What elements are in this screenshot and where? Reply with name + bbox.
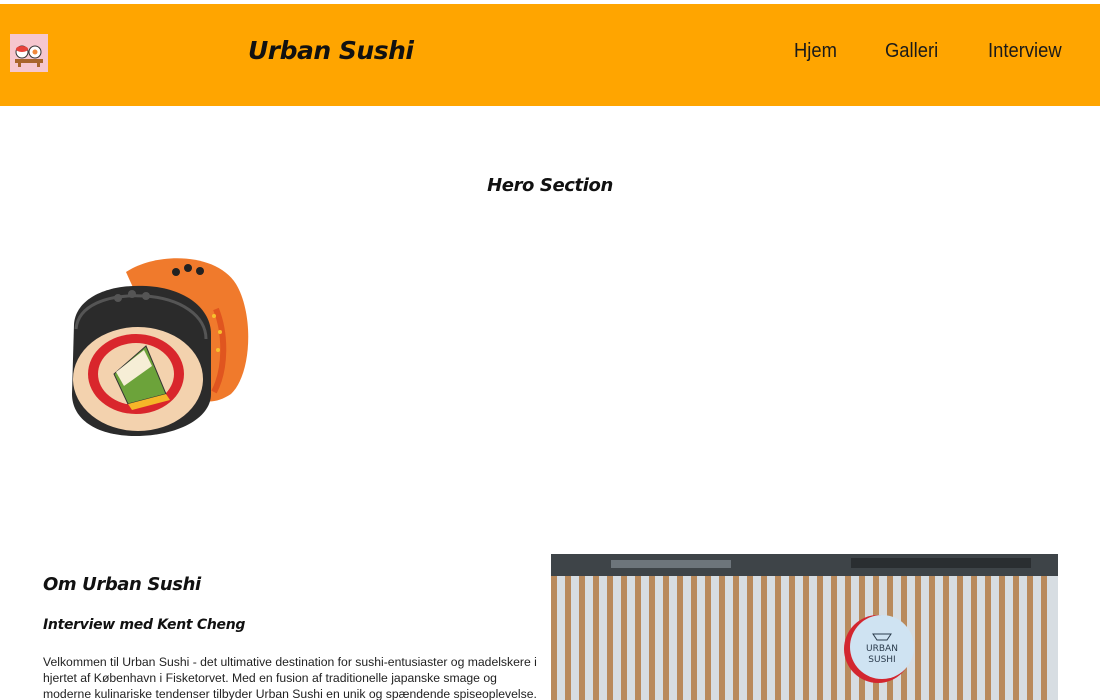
sushi-logo-icon[interactable] [10, 34, 48, 72]
site-title[interactable]: Urban Sushi [248, 36, 414, 65]
about-heading: Om Urban Sushi [43, 574, 201, 595]
nav-link-hjem[interactable]: Hjem [794, 40, 837, 63]
sushi-roll-illustration [72, 258, 249, 436]
photo-sign-line2: SUSHI [868, 655, 895, 665]
nav-link-interview[interactable]: Interview [988, 40, 1062, 63]
page: Urban Sushi Hjem Galleri Interview Hero … [0, 0, 1100, 700]
store-front-photo: URBAN SUSHI [551, 554, 1058, 700]
hero-title: Hero Section [487, 175, 613, 196]
site-header: Urban Sushi Hjem Galleri Interview [0, 4, 1100, 106]
photo-sign-line1: URBAN [866, 644, 898, 654]
main-nav: Hjem Galleri Interview [794, 40, 1069, 63]
about-body-text: Velkommen til Urban Sushi - det ultimati… [43, 655, 537, 700]
about-subheading: Interview med Kent Cheng [43, 617, 246, 633]
nav-link-galleri[interactable]: Galleri [885, 40, 938, 63]
